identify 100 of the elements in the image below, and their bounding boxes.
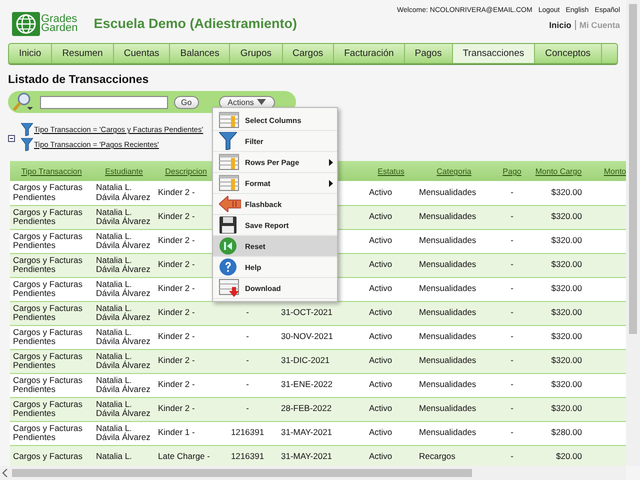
submenu-arrow-icon — [329, 180, 333, 186]
nav-tab[interactable]: Balances — [170, 44, 230, 63]
table-cell: - — [510, 331, 514, 342]
column-header[interactable]: Estudiante — [105, 167, 143, 176]
table-cell: Activo — [369, 331, 392, 342]
table-cell: 31-MAY-2021 — [281, 427, 332, 438]
account-link[interactable]: Inicio — [549, 20, 572, 30]
table-cell: Cargos y Facturas Pendientes — [13, 326, 82, 346]
scroll-left-icon[interactable] — [2, 469, 8, 477]
nav-tab[interactable]: Inicio — [9, 44, 52, 63]
table-cell: - — [246, 307, 249, 318]
table-cell: $320.00 — [551, 187, 582, 197]
table-cell: Activo — [369, 427, 392, 438]
table-cell: Natalia L. Dávila Álvarez — [96, 278, 150, 298]
table-cell: Mensualidades — [419, 355, 476, 366]
table-cell: Activo — [369, 451, 392, 462]
table-cell: - — [246, 403, 249, 414]
table-cell: Kinder 1 - — [158, 427, 195, 438]
actions-button[interactable]: Actions — [218, 96, 275, 108]
horizontal-scrollbar[interactable] — [0, 466, 626, 480]
filter-icon — [219, 132, 237, 150]
table-cell: Mensualidades — [419, 307, 476, 318]
table-cell: - — [510, 235, 514, 246]
table-cell: 31-ENE-2022 — [281, 379, 333, 390]
table-cell: Natalia L. Dávila Álvarez — [96, 422, 150, 442]
table-cell: 31-OCT-2021 — [281, 307, 332, 318]
column-header[interactable]: Descripcion — [165, 167, 207, 176]
table-cell: Activo — [369, 403, 392, 414]
table-cell: - — [510, 187, 514, 197]
nav-tab[interactable]: Cuentas — [114, 44, 170, 63]
table-cell: - — [510, 379, 514, 390]
table-cell: 31-MAY-2021 — [281, 451, 332, 462]
table-cell: - — [510, 355, 514, 366]
nav-tab[interactable]: Grupos — [230, 44, 282, 63]
table-cell: Cargos y Facturas — [13, 451, 82, 462]
table-cell: Activo — [369, 259, 392, 270]
table-cell: Kinder 2 - — [158, 403, 195, 414]
collapse-icon — [8, 135, 15, 142]
column-header[interactable]: Pago — [502, 167, 522, 176]
download-icon — [219, 279, 241, 297]
vertical-scrollbar[interactable] — [626, 0, 640, 466]
column-header[interactable]: Categoria — [436, 167, 472, 176]
table-cell: 28-FEB-2022 — [281, 403, 332, 414]
filter-icon — [21, 123, 33, 136]
table-cell: Natalia L. Dávila Álvarez — [96, 230, 150, 250]
table-cell: Natalia L. Dávila Álvarez — [96, 302, 150, 322]
table-cell: - — [510, 403, 514, 414]
table-cell: Activo — [369, 379, 392, 390]
go-button[interactable]: Go — [174, 96, 199, 108]
page-title: Listado de Transacciones — [8, 74, 150, 86]
table-cell: Activo — [369, 355, 392, 366]
table-cell: Kinder 2 - — [158, 211, 195, 222]
table-cell: - — [510, 427, 514, 438]
nav-tab[interactable]: Cargos — [282, 44, 334, 63]
table-cell: Natalia L. Dávila Álvarez — [96, 350, 150, 370]
nav-tab[interactable]: Transacciones — [452, 44, 536, 63]
column-header[interactable]: Tipo Transaccion — [21, 167, 82, 176]
table-cell: Natalia L. Dávila Álvarez — [96, 374, 150, 394]
table-cell: Natalia L. Dávila Álvarez — [96, 326, 150, 346]
table-cell: Kinder 2 - — [158, 187, 195, 197]
table-cell: Kinder 2 - — [158, 355, 195, 366]
columns-icon — [219, 112, 239, 128]
nav-tab[interactable]: Conceptos — [535, 44, 602, 63]
submenu-arrow-icon — [329, 158, 333, 166]
table-cell: $320.00 — [551, 283, 582, 294]
nav-tab[interactable]: Facturación — [334, 44, 405, 63]
table-cell: Mensualidades — [419, 403, 476, 414]
search-field[interactable] — [40, 96, 168, 108]
table-cell: $280.00 — [551, 427, 582, 438]
table-cell: Natalia L. — [96, 451, 132, 462]
table-cell: Activo — [369, 211, 392, 222]
help-icon — [219, 258, 237, 276]
table-cell: Cargos y Facturas Pendientes — [13, 422, 82, 442]
table-cell: $320.00 — [551, 403, 582, 414]
table-cell: $320.00 — [551, 307, 582, 318]
table-cell: Cargos y Facturas Pendientes — [13, 254, 82, 274]
table-cell: Kinder 2 - — [158, 307, 195, 318]
column-header[interactable]: Monto Cargo — [535, 167, 582, 176]
table-cell: Cargos y Facturas Pendientes — [13, 206, 82, 226]
table-cell: $320.00 — [551, 355, 582, 366]
column-header[interactable]: Estatus — [378, 167, 404, 176]
table-cell: Mensualidades — [419, 283, 476, 294]
column-header[interactable]: Monto — [604, 167, 626, 176]
table-cell: Cargos y Facturas Pendientes — [13, 350, 82, 370]
table-cell: - — [510, 307, 514, 318]
logo-text: Grades Garden — [41, 15, 78, 33]
nav-tab[interactable]: Resumen — [52, 44, 114, 63]
table-cell: Mensualidades — [419, 211, 476, 222]
table-cell: $320.00 — [551, 235, 582, 246]
table-cell: Natalia L. Dávila Álvarez — [96, 254, 150, 274]
table-cell: $320.00 — [551, 211, 582, 222]
table-cell: 30-NOV-2021 — [281, 331, 333, 342]
table-cell: Recargos — [419, 451, 456, 462]
table-cell: - — [510, 451, 514, 462]
globe-logo-icon — [12, 12, 40, 36]
table-cell: Activo — [369, 235, 392, 246]
table-cell: - — [246, 379, 249, 390]
table-cell: Kinder 2 - — [158, 283, 195, 294]
table-cell: Cargos y Facturas Pendientes — [13, 230, 82, 250]
table-cell: Mensualidades — [419, 331, 476, 342]
